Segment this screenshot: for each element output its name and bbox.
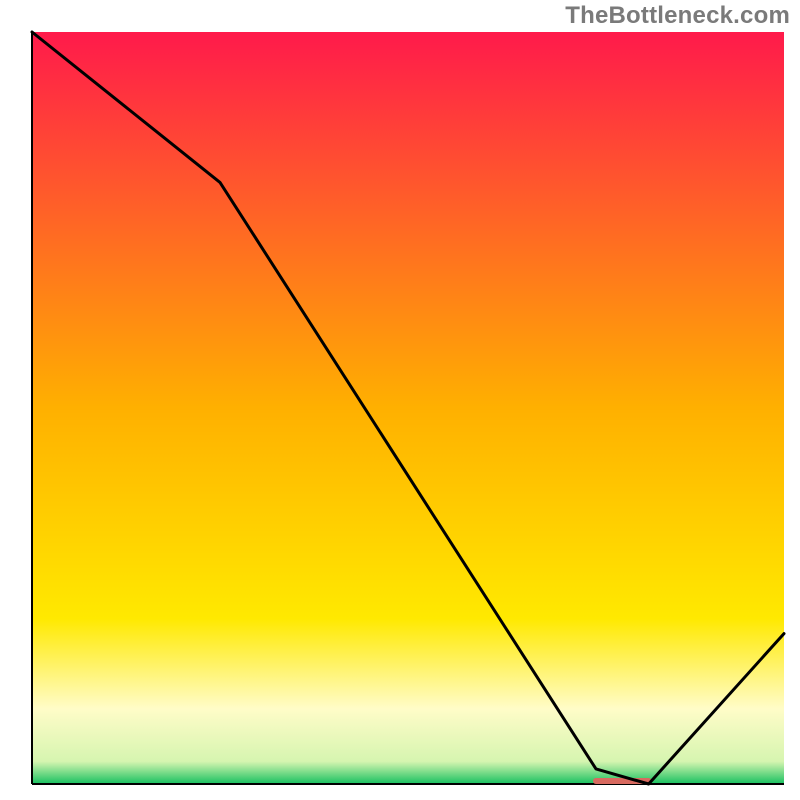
chart-svg	[0, 0, 800, 800]
plot-background	[32, 32, 784, 784]
chart-stage: TheBottleneck.com	[0, 0, 800, 800]
